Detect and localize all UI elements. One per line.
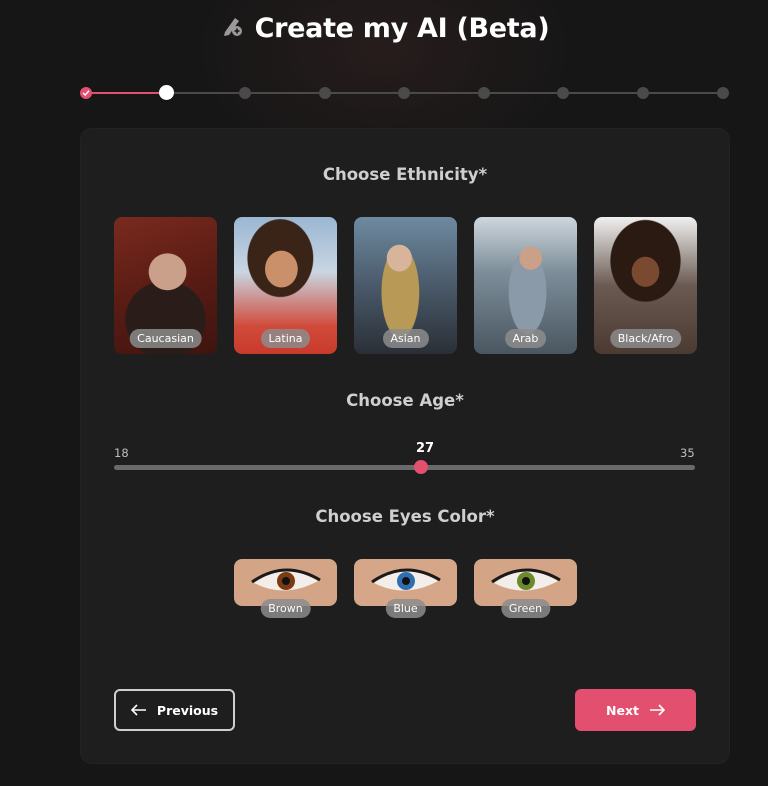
eye-color-label: Brown [260, 599, 311, 618]
step-3 [239, 87, 251, 99]
step-5 [398, 87, 410, 99]
page-title-text: Create my AI (Beta) [254, 12, 550, 44]
ethnicity-label: Latina [260, 329, 311, 348]
ethnicity-option-caucasian[interactable]: Caucasian [114, 217, 217, 354]
arrow-left-icon [130, 704, 146, 716]
ethnicity-label: Asian [382, 329, 429, 348]
arrow-right-icon [649, 704, 665, 716]
eye-option-blue[interactable]: Blue [354, 559, 457, 619]
previous-button[interactable]: Previous [114, 689, 235, 731]
previous-label: Previous [156, 702, 219, 718]
page-title: Create my AI (Beta) [0, 8, 768, 48]
ethnicity-label: Black/Afro [609, 329, 682, 348]
step-8 [637, 87, 649, 99]
age-value-label: 27 [416, 441, 435, 456]
next-button[interactable]: Next [575, 689, 696, 731]
step-6 [478, 87, 490, 99]
eye-option-brown[interactable]: Brown [234, 559, 337, 619]
ethnicity-label: Caucasian [129, 329, 202, 348]
ethnicity-option-asian[interactable]: Asian [354, 217, 457, 354]
eye-color-label: Green [500, 599, 551, 618]
age-slider[interactable] [114, 465, 695, 470]
ethnicity-option-latina[interactable]: Latina [234, 217, 337, 354]
age-min-label: 18 [114, 446, 129, 460]
form-card: Choose Ethnicity* Caucasian Latina Asian… [80, 128, 730, 764]
ethnicity-option-arab[interactable]: Arab [474, 217, 577, 354]
ethnicity-option-black-afro[interactable]: Black/Afro [594, 217, 697, 354]
stepper-progress [86, 92, 166, 94]
age-max-label: 35 [680, 446, 695, 460]
step-4 [319, 87, 331, 99]
check-icon [82, 90, 90, 97]
eye-color-label: Blue [385, 599, 426, 618]
ethnicity-label: Arab [504, 329, 547, 348]
progress-stepper [80, 84, 730, 102]
step-9 [717, 87, 729, 99]
eyes-title: Choose Eyes Color* [315, 507, 495, 526]
eye-option-green[interactable]: Green [474, 559, 577, 619]
step-7 [557, 87, 569, 99]
age-title: Choose Age* [346, 391, 464, 410]
age-slider-thumb[interactable] [414, 460, 428, 474]
ethnicity-title: Choose Ethnicity* [322, 165, 488, 184]
next-label: Next [606, 702, 639, 718]
step-1-done[interactable] [80, 87, 92, 99]
step-2-current[interactable] [159, 85, 174, 100]
pen-plus-icon [219, 12, 245, 45]
